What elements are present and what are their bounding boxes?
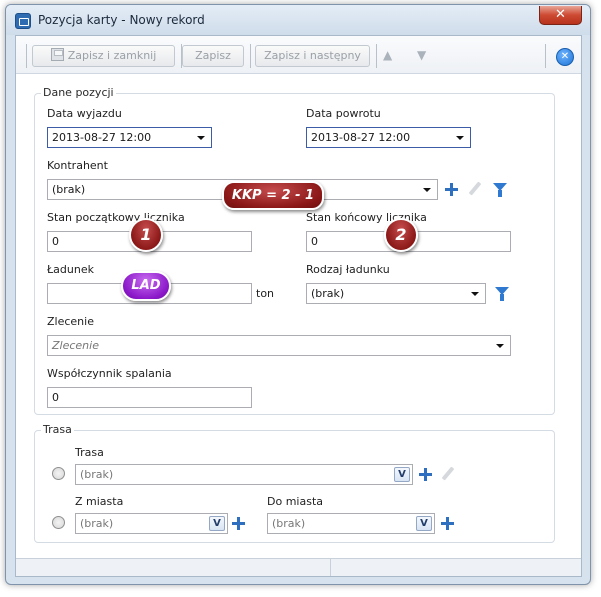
dialog-content: Zapisz i zamknij Zapisz Zapisz i następn… [15, 35, 582, 577]
data-wyjazdu-field[interactable]: 2013-08-27 12:00 [47, 127, 212, 148]
chevron-down-icon[interactable] [423, 188, 431, 192]
do-miasta-label: Do miasta [267, 495, 323, 508]
stan-poczatkowy-value: 0 [52, 235, 59, 248]
window-close-button[interactable]: ✕ [539, 6, 582, 25]
chevron-down-icon[interactable] [496, 344, 504, 348]
kontrahent-label: Kontrahent [47, 159, 108, 172]
pencil-icon[interactable] [440, 467, 454, 481]
data-powrotu-field[interactable]: 2013-08-27 12:00 [306, 127, 471, 148]
pencil-icon[interactable] [467, 182, 481, 196]
dialog-window: Pozycja karty - Nowy rekord ✕ Zapisz i z… [5, 4, 591, 585]
status-bar [16, 558, 581, 576]
stan-poczatkowy-annotation-badge: 1 [129, 218, 163, 252]
chevron-down-icon[interactable] [197, 136, 205, 140]
dane-pozycji-legend: Dane pozycji [41, 86, 116, 99]
move-down-button[interactable]: ▼ [417, 48, 426, 62]
toolbar-separator [545, 44, 546, 68]
trasa-value: (brak) [80, 468, 114, 481]
plus-icon[interactable] [445, 183, 458, 196]
kontrahent-value: (brak) [52, 183, 86, 196]
zlecenie-label: Zlecenie [47, 315, 94, 328]
zlecenie-select[interactable]: Zlecenie [47, 335, 511, 356]
save-next-button[interactable]: Zapisz i następny [255, 45, 370, 67]
save-close-label: Zapisz i zamknij [67, 49, 157, 62]
do-miasta-value: (brak) [272, 517, 306, 530]
move-up-button[interactable]: ▲ [383, 48, 392, 62]
window-title: Pozycja karty - Nowy rekord [38, 13, 205, 27]
data-powrotu-value: 2013-08-27 12:00 [311, 131, 411, 144]
chevron-down-icon[interactable] [456, 136, 464, 140]
toolbar-separator [376, 44, 377, 68]
trasa-radio[interactable] [52, 467, 65, 480]
filter-icon[interactable] [495, 287, 510, 301]
stan-poczatkowy-label: Stan początkowy licznika [47, 211, 185, 224]
trasa-legend: Trasa [41, 423, 74, 436]
trasa-group: Trasa Trasa (brak) V Z miasta (brak) V D… [34, 423, 555, 543]
stan-koncowy-value: 0 [311, 235, 318, 248]
plus-icon[interactable] [419, 468, 432, 481]
wspolczynnik-value: 0 [52, 391, 59, 404]
plus-icon[interactable] [232, 517, 245, 530]
z-miasta-label: Z miasta [75, 495, 124, 508]
trasa-select[interactable]: (brak) V [75, 464, 413, 485]
rodzaj-ladunku-label: Rodzaj ładunku [306, 263, 390, 276]
do-miasta-select[interactable]: (brak) V [267, 513, 435, 534]
dane-pozycji-group: Dane pozycji Data wyjazdu 2013-08-27 12:… [34, 86, 555, 415]
ladunek-annotation-badge: LAD [121, 271, 171, 301]
data-wyjazdu-value: 2013-08-27 12:00 [52, 131, 152, 144]
toolbar-close-icon[interactable]: ✕ [556, 48, 574, 66]
z-miasta-value: (brak) [80, 517, 114, 530]
status-segment [16, 559, 331, 576]
stan-koncowy-annotation-badge: 2 [384, 218, 418, 252]
z-miasta-dropdown-button[interactable]: V [209, 516, 225, 531]
title-bar[interactable]: Pozycja karty - Nowy rekord ✕ [6, 5, 590, 35]
kkp-annotation-badge: KKP = 2 - 1 [222, 181, 324, 210]
trasa-dropdown-button[interactable]: V [394, 467, 410, 482]
ladunek-label: Ładunek [47, 263, 94, 276]
filter-icon[interactable] [493, 183, 508, 197]
do-miasta-dropdown-button[interactable]: V [416, 516, 432, 531]
zlecenie-placeholder: Zlecenie [52, 339, 99, 352]
data-wyjazdu-label: Data wyjazdu [47, 107, 122, 120]
app-icon [15, 13, 31, 29]
toolbar-separator [250, 44, 251, 68]
rodzaj-ladunku-value: (brak) [311, 287, 345, 300]
save-button[interactable]: Zapisz [182, 45, 244, 67]
z-miasta-select[interactable]: (brak) V [75, 513, 228, 534]
plus-icon[interactable] [441, 517, 454, 530]
chevron-down-icon[interactable] [471, 292, 479, 296]
disk-icon [50, 48, 64, 61]
wspolczynnik-label: Współczynnik spalania [47, 367, 172, 380]
trasa-label: Trasa [75, 446, 104, 459]
z-miasta-radio[interactable] [52, 516, 65, 529]
toolbar-separator [26, 44, 27, 68]
wspolczynnik-input[interactable]: 0 [47, 387, 252, 408]
ladunek-unit: ton [256, 287, 275, 300]
rodzaj-ladunku-select[interactable]: (brak) [306, 283, 486, 304]
toolbar: Zapisz i zamknij Zapisz Zapisz i następn… [16, 36, 581, 74]
save-close-button[interactable]: Zapisz i zamknij [32, 45, 175, 67]
data-powrotu-label: Data powrotu [306, 107, 381, 120]
